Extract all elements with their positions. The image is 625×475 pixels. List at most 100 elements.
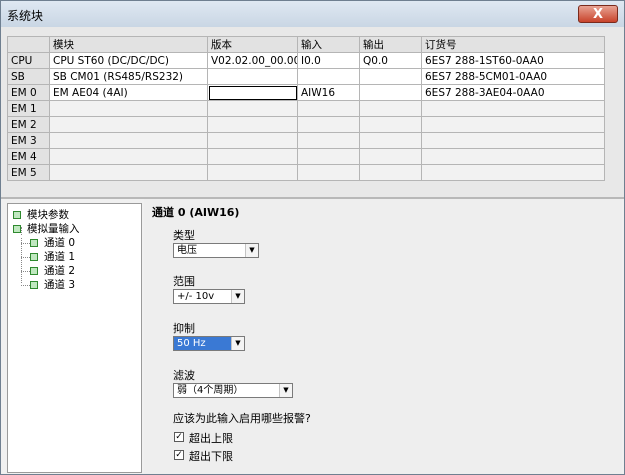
chevron-down-icon[interactable]: ▼: [231, 290, 244, 303]
output-cell[interactable]: [359, 68, 422, 85]
type-label: 类型: [173, 229, 195, 242]
col-header-version: 版本: [207, 36, 298, 53]
window-title: 系统块: [7, 9, 44, 23]
version-cell[interactable]: V02.02.00_00.00...: [207, 52, 298, 69]
output-cell[interactable]: [359, 148, 422, 165]
tree-item-channel-2[interactable]: 通道 2: [30, 264, 75, 278]
input-cell[interactable]: [297, 148, 360, 165]
col-header-module: 模块: [49, 36, 208, 53]
module-cell[interactable]: [49, 100, 208, 117]
tree-item-label: 模拟量输入: [27, 223, 80, 235]
type-select-value: 电压: [177, 245, 197, 256]
module-cell[interactable]: [49, 148, 208, 165]
filter-select-value: 弱（4个周期）: [177, 385, 244, 396]
version-cell[interactable]: [207, 68, 298, 85]
output-cell[interactable]: Q0.0: [359, 52, 422, 69]
module-config-area: 模块 版本 输入 输出 订货号 CPU CPU ST60 (DC/DC/DC) …: [1, 27, 624, 199]
table-row[interactable]: EM 5: [7, 164, 605, 181]
order-number-cell[interactable]: [421, 148, 605, 165]
table-row[interactable]: EM 0 EM AE04 (4AI) AIW16 6ES7 288-3AE04-…: [7, 84, 605, 101]
tree-item-label: 模块参数: [27, 209, 69, 221]
tree-connector: [21, 271, 30, 272]
close-button[interactable]: X: [578, 5, 618, 23]
range-select-value: +/- 10v: [177, 291, 215, 302]
tree-item-label: 通道 3: [44, 279, 76, 291]
row-header-em2: EM 2: [7, 116, 50, 133]
module-cell[interactable]: [49, 164, 208, 181]
tree-item-label: 通道 0: [44, 237, 76, 249]
tree-connector: [21, 285, 30, 286]
module-cell[interactable]: [49, 132, 208, 149]
module-cell[interactable]: CPU ST60 (DC/DC/DC): [49, 52, 208, 69]
output-cell[interactable]: [359, 164, 422, 181]
tree-connector: [21, 243, 30, 244]
table-row[interactable]: EM 1: [7, 100, 605, 117]
table-row[interactable]: EM 2: [7, 116, 605, 133]
version-cell[interactable]: [207, 132, 298, 149]
type-select[interactable]: 电压 ▼: [173, 243, 259, 258]
input-cell[interactable]: [297, 100, 360, 117]
input-cell[interactable]: AIW16: [297, 84, 360, 101]
alarm-question: 应该为此输入启用哪些报警?: [173, 412, 311, 425]
order-number-cell[interactable]: [421, 116, 605, 133]
module-cell[interactable]: [49, 116, 208, 133]
output-cell[interactable]: [359, 132, 422, 149]
module-node-icon: [13, 211, 21, 219]
chevron-down-icon[interactable]: ▼: [279, 384, 292, 397]
version-cell[interactable]: [207, 164, 298, 181]
order-number-cell[interactable]: 6ES7 288-3AE04-0AA0: [421, 84, 605, 101]
table-row[interactable]: EM 3: [7, 132, 605, 149]
chevron-down-icon[interactable]: ▼: [231, 337, 244, 350]
corner-header: [7, 36, 50, 53]
tree-item-module-params[interactable]: 模块参数: [13, 208, 69, 222]
module-cell[interactable]: SB CM01 (RS485/RS232): [49, 68, 208, 85]
order-number-cell[interactable]: [421, 100, 605, 117]
input-cell[interactable]: [297, 132, 360, 149]
table-row[interactable]: CPU CPU ST60 (DC/DC/DC) V02.02.00_00.00.…: [7, 52, 605, 69]
output-cell[interactable]: [359, 100, 422, 117]
tree-item-label: 通道 1: [44, 251, 76, 263]
tree-connector: [21, 257, 30, 258]
input-cell[interactable]: [297, 116, 360, 133]
lower-limit-checkbox[interactable]: ✓: [174, 450, 184, 460]
module-table: 模块 版本 输入 输出 订货号 CPU CPU ST60 (DC/DC/DC) …: [7, 36, 605, 181]
filter-label: 滤波: [173, 369, 195, 382]
input-cell[interactable]: [297, 164, 360, 181]
filter-select[interactable]: 弱（4个周期） ▼: [173, 383, 293, 398]
row-header-em0: EM 0: [7, 84, 50, 101]
tree-item-channel-3[interactable]: 通道 3: [30, 278, 75, 292]
rejection-select[interactable]: 50 Hz ▼: [173, 336, 245, 351]
range-select[interactable]: +/- 10v ▼: [173, 289, 245, 304]
chevron-down-icon[interactable]: ▼: [245, 244, 258, 257]
order-number-cell[interactable]: [421, 132, 605, 149]
version-cell[interactable]: [207, 148, 298, 165]
order-number-cell[interactable]: [421, 164, 605, 181]
tree-item-channel-0[interactable]: 通道 0: [30, 236, 75, 250]
parameter-tree: 模块参数 模拟量输入 通道 0 通道 1 通道 2 通道 3: [7, 203, 142, 473]
tree-item-analog-input[interactable]: 模拟量输入: [13, 222, 80, 236]
order-number-cell[interactable]: 6ES7 288-1ST60-0AA0: [421, 52, 605, 69]
upper-limit-checkbox[interactable]: ✓: [174, 432, 184, 442]
lower-limit-label: 超出下限: [189, 450, 233, 463]
input-cell[interactable]: I0.0: [297, 52, 360, 69]
tree-connector: [21, 238, 22, 283]
row-header-em4: EM 4: [7, 148, 50, 165]
output-cell[interactable]: [359, 84, 422, 101]
order-number-cell[interactable]: 6ES7 288-5CM01-0AA0: [421, 68, 605, 85]
table-row[interactable]: EM 4: [7, 148, 605, 165]
table-row[interactable]: SB SB CM01 (RS485/RS232) 6ES7 288-5CM01-…: [7, 68, 605, 85]
channel-node-icon: [30, 253, 38, 261]
rejection-select-value: 50 Hz: [177, 338, 206, 349]
upper-limit-label: 超出上限: [189, 432, 233, 445]
input-cell[interactable]: [297, 68, 360, 85]
tree-item-label: 通道 2: [44, 265, 76, 277]
module-cell[interactable]: EM AE04 (4AI): [49, 84, 208, 101]
table-header-row: 模块 版本 输入 输出 订货号: [7, 36, 605, 53]
system-block-window: 系统块 X 模块 版本 输入 输出 订货号 CPU CPU ST60 (DC/D…: [0, 0, 625, 475]
output-cell[interactable]: [359, 116, 422, 133]
version-cell[interactable]: [207, 116, 298, 133]
version-cell[interactable]: [207, 100, 298, 117]
tree-item-channel-1[interactable]: 通道 1: [30, 250, 75, 264]
version-cell-selected[interactable]: [207, 84, 298, 101]
title-bar[interactable]: 系统块 X: [1, 1, 624, 28]
